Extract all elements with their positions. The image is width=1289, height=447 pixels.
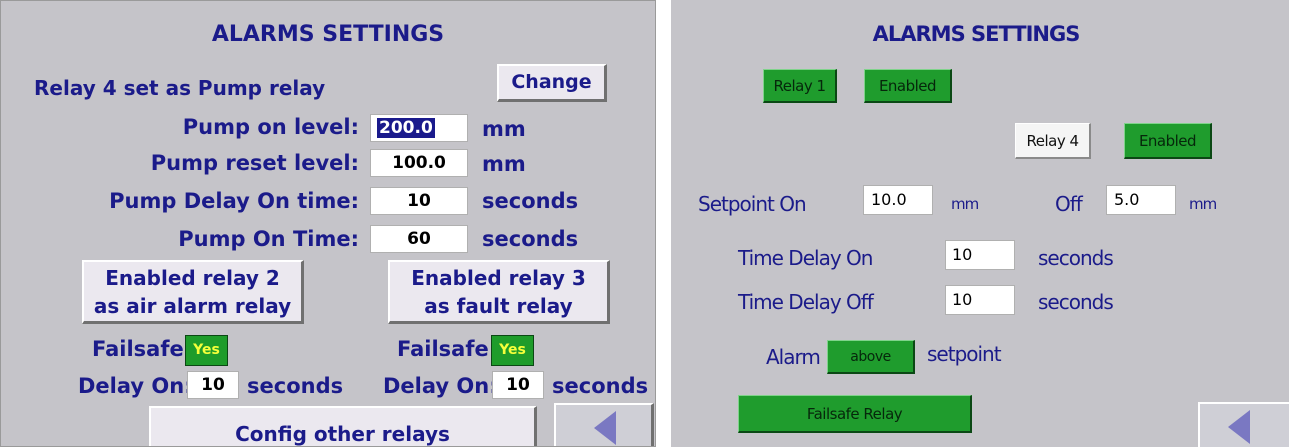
time-delay-off-label: Time Delay Off — [738, 290, 874, 314]
off-label: Off — [1055, 192, 1083, 216]
failsafe-relay-button[interactable]: Failsafe Relay — [738, 395, 972, 433]
relay1-button[interactable]: Relay 1 — [763, 69, 837, 103]
enable-relay2-air-alarm-button[interactable]: Enabled relay 2 as air alarm relay — [82, 260, 304, 324]
unit-label: seconds — [552, 374, 649, 398]
pump-delay-on-time-field[interactable]: 10 — [370, 187, 468, 215]
failsafe-label-right: Failsafe — [397, 337, 489, 361]
button-line: Enabled relay 3 — [411, 266, 586, 290]
relay4-button[interactable]: Relay 4 — [1015, 123, 1091, 159]
time-delay-on-label: Time Delay On — [738, 246, 873, 270]
pump-on-level-label: Pump on level: — [182, 115, 359, 139]
back-button[interactable] — [554, 403, 654, 446]
right-alarms-panel: ALARMS SETTINGS Relay 1 Enabled Relay 4 … — [671, 0, 1289, 447]
delay-on-right-field[interactable]: 10 — [492, 371, 544, 399]
pump-on-level-field[interactable]: 200.0 — [370, 114, 468, 142]
change-button[interactable]: Change — [497, 64, 607, 102]
failsafe-toggle-left[interactable]: Yes — [185, 335, 228, 366]
setpoint-on-field[interactable]: 10.0 — [863, 185, 933, 215]
left-triangle-icon — [594, 411, 616, 445]
setpoint-label: setpoint — [927, 342, 1002, 366]
relay4-status[interactable]: Enabled — [1124, 123, 1212, 159]
left-alarms-panel: ALARMS SETTINGS Relay 4 set as Pump rela… — [0, 0, 656, 447]
page-title: ALARMS SETTINGS — [872, 22, 1081, 46]
alarm-label: Alarm — [766, 345, 821, 369]
button-line: as fault relay — [424, 294, 573, 318]
unit-label: seconds — [482, 227, 579, 251]
config-other-relays-button[interactable]: Config other relays — [149, 406, 537, 446]
pump-reset-level-label: Pump reset level: — [150, 151, 359, 175]
unit-label: seconds — [1038, 246, 1114, 270]
failsafe-toggle-right[interactable]: Yes — [491, 335, 534, 366]
off-field[interactable]: 5.0 — [1106, 185, 1176, 215]
pump-delay-on-time-label: Pump Delay On time: — [109, 189, 359, 213]
pump-on-time-field[interactable]: 60 — [370, 225, 468, 253]
button-line: Enabled relay 2 — [105, 266, 280, 290]
unit-label: seconds — [247, 374, 344, 398]
unit-label: seconds — [1038, 290, 1114, 314]
enable-relay3-fault-button[interactable]: Enabled relay 3 as fault relay — [388, 260, 610, 324]
back-button[interactable] — [1198, 402, 1289, 447]
time-delay-on-field[interactable]: 10 — [945, 240, 1015, 270]
failsafe-label-left: Failsafe — [92, 337, 184, 361]
selected-value: 200.0 — [377, 118, 435, 138]
unit-label: mm — [482, 117, 526, 141]
unit-label: mm — [1189, 195, 1217, 213]
delay-on-label-right: Delay On: — [383, 374, 498, 398]
relay4-label: Relay 4 set as Pump relay — [34, 76, 326, 100]
pump-on-time-label: Pump On Time: — [178, 227, 359, 251]
setpoint-on-label: Setpoint On — [698, 192, 807, 216]
delay-on-left-field[interactable]: 10 — [187, 371, 239, 399]
pump-reset-level-field[interactable]: 100.0 — [370, 149, 468, 177]
alarm-mode-button[interactable]: above — [827, 340, 915, 374]
unit-label: seconds — [482, 189, 579, 213]
left-triangle-icon — [1228, 410, 1250, 444]
button-line: as air alarm relay — [93, 294, 292, 318]
relay1-status[interactable]: Enabled — [864, 69, 952, 103]
time-delay-off-field[interactable]: 10 — [945, 285, 1015, 315]
unit-label: mm — [951, 195, 979, 213]
unit-label: mm — [482, 152, 526, 176]
delay-on-label-left: Delay On: — [78, 374, 193, 398]
page-title: ALARMS SETTINGS — [211, 22, 445, 47]
